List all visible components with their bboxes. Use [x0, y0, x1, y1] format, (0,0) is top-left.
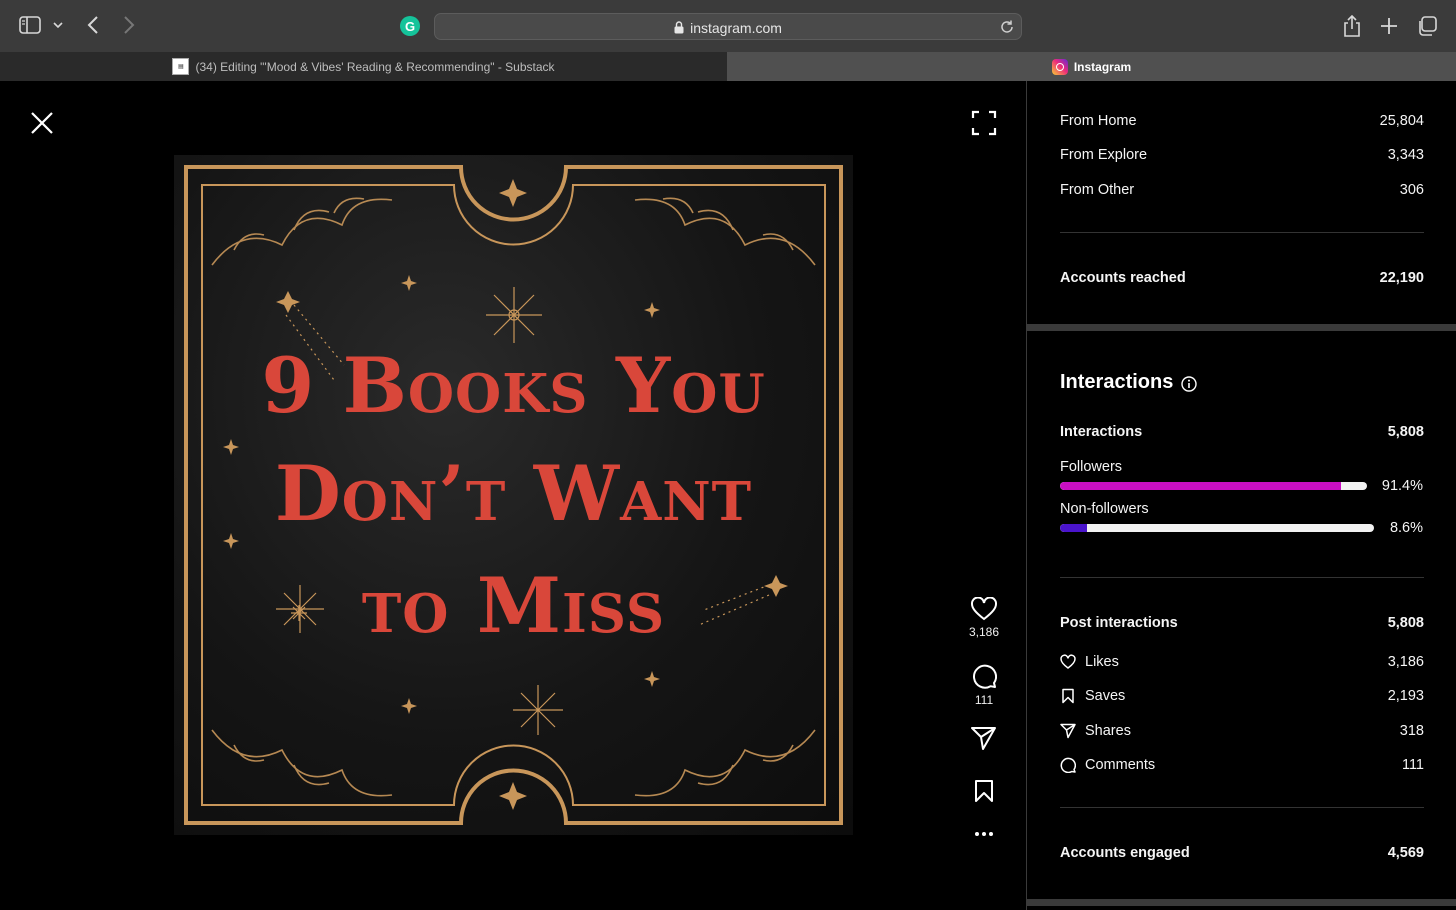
divider: [1060, 807, 1424, 808]
likes-row: Likes 3,186: [1060, 654, 1424, 670]
cover-title-line-2: Don’t Want: [274, 449, 753, 538]
back-icon[interactable]: [82, 14, 104, 36]
accounts-reached-value: 22,190: [1379, 270, 1424, 286]
heart-icon: [971, 597, 997, 621]
tab-instagram[interactable]: Instagram: [727, 52, 1456, 81]
saves-label: Saves: [1085, 688, 1126, 704]
followers-bar: [1060, 482, 1367, 490]
source-value: 306: [1399, 182, 1424, 198]
reload-icon[interactable]: [999, 19, 1015, 35]
accounts-reached-row: Accounts reached 22,190: [1060, 270, 1424, 286]
interactions-total-row: Interactions 5,808: [1060, 424, 1424, 440]
source-row-other: From Other 306: [1060, 182, 1424, 198]
cover-title-line-3: to Miss: [361, 561, 666, 650]
tab-label: (34) Editing "'Mood & Vibes' Reading & R…: [195, 59, 555, 74]
share-post-button[interactable]: [964, 726, 1004, 750]
send-icon: [1060, 723, 1076, 739]
browser-toolbar: G instagram.com: [0, 0, 1456, 52]
post-interactions-value: 5,808: [1387, 615, 1424, 631]
grammarly-extension-icon[interactable]: G: [400, 16, 420, 36]
save-button[interactable]: [964, 779, 1004, 803]
tab-strip: ▤ (34) Editing "'Mood & Vibes' Reading &…: [0, 52, 1456, 81]
tab-label: Instagram: [1073, 59, 1132, 74]
accounts-engaged-value: 4,569: [1387, 845, 1424, 861]
divider: [1060, 577, 1424, 578]
non-followers-bar-fill: [1060, 524, 1087, 532]
likes-label: Likes: [1085, 654, 1119, 670]
comment-icon: [1060, 757, 1076, 773]
close-icon[interactable]: [28, 109, 56, 137]
saves-value: 2,193: [1387, 688, 1424, 704]
followers-percent: 91.4%: [1381, 478, 1423, 494]
accounts-engaged-row: Accounts engaged 4,569: [1060, 845, 1424, 861]
source-value: 3,343: [1387, 147, 1424, 163]
like-button[interactable]: 3,186: [964, 597, 1004, 639]
comment-count: 111: [974, 693, 994, 707]
source-row-explore: From Explore 3,343: [1060, 147, 1424, 163]
shares-value: 318: [1399, 723, 1424, 739]
interactions-title: Interactions: [1060, 371, 1174, 393]
saves-row: Saves 2,193: [1060, 688, 1424, 704]
accounts-engaged-label: Accounts engaged: [1060, 845, 1190, 861]
divider: [1060, 232, 1424, 233]
interactions-total-label: Interactions: [1060, 424, 1143, 440]
share-icon[interactable]: [1342, 14, 1362, 38]
instagram-favicon-icon: [1051, 58, 1068, 75]
likes-value: 3,186: [1387, 654, 1424, 670]
section-separator: [1027, 899, 1456, 906]
post-viewer: 9 Books You Don’t Want to Miss 3,186 111: [0, 81, 1026, 910]
comment-button[interactable]: 111: [964, 663, 1004, 707]
source-label: From Explore: [1060, 147, 1148, 163]
followers-bar-fill: [1060, 482, 1341, 490]
comments-row: Comments 111: [1060, 757, 1424, 773]
like-count: 3,186: [968, 625, 1000, 639]
source-label: From Other: [1060, 182, 1135, 198]
comments-label: Comments: [1085, 757, 1156, 773]
plus-icon[interactable]: [1378, 15, 1400, 37]
more-icon: [975, 832, 993, 836]
substack-favicon-icon: ▤: [172, 58, 190, 75]
heart-icon: [1060, 654, 1076, 669]
address-bar[interactable]: instagram.com: [434, 13, 1022, 40]
section-separator: [1027, 324, 1456, 331]
followers-label: Followers: [1060, 459, 1123, 475]
forward-icon[interactable]: [118, 14, 140, 36]
source-row-home: From Home 25,804: [1060, 113, 1424, 129]
source-label: From Home: [1060, 113, 1137, 129]
non-followers-bar: [1060, 524, 1374, 532]
send-icon: [971, 727, 996, 750]
post-interactions-label: Post interactions: [1060, 615, 1178, 631]
accounts-reached-label: Accounts reached: [1060, 270, 1186, 286]
comment-icon: [973, 664, 997, 689]
source-value: 25,804: [1379, 113, 1424, 129]
url-text: instagram.com: [690, 19, 782, 36]
bookmark-icon: [1062, 688, 1074, 704]
tabs-icon[interactable]: [1416, 15, 1438, 37]
sidebar-icon[interactable]: [18, 15, 42, 35]
comments-value: 111: [1401, 757, 1424, 773]
cover-title-line-1: 9 Books You: [261, 341, 766, 430]
info-icon[interactable]: [1181, 375, 1198, 392]
insights-panel: From Home 25,804 From Explore 3,343 From…: [1026, 81, 1456, 910]
tab-substack[interactable]: ▤ (34) Editing "'Mood & Vibes' Reading &…: [0, 52, 727, 81]
chevron-down-icon[interactable]: [50, 16, 66, 34]
post-interactions-row: Post interactions 5,808: [1060, 615, 1424, 631]
interactions-heading: Interactions: [1060, 371, 1198, 394]
shares-row: Shares 318: [1060, 723, 1424, 739]
interactions-total-value: 5,808: [1387, 424, 1424, 440]
bookmark-icon: [975, 780, 993, 802]
shares-label: Shares: [1085, 723, 1131, 739]
non-followers-percent: 8.6%: [1389, 520, 1423, 536]
post-image[interactable]: 9 Books You Don’t Want to Miss: [174, 155, 853, 835]
fullscreen-icon[interactable]: [970, 109, 998, 137]
non-followers-label: Non-followers: [1060, 501, 1149, 517]
more-options-button[interactable]: [964, 831, 1004, 837]
lock-icon: [674, 21, 684, 34]
